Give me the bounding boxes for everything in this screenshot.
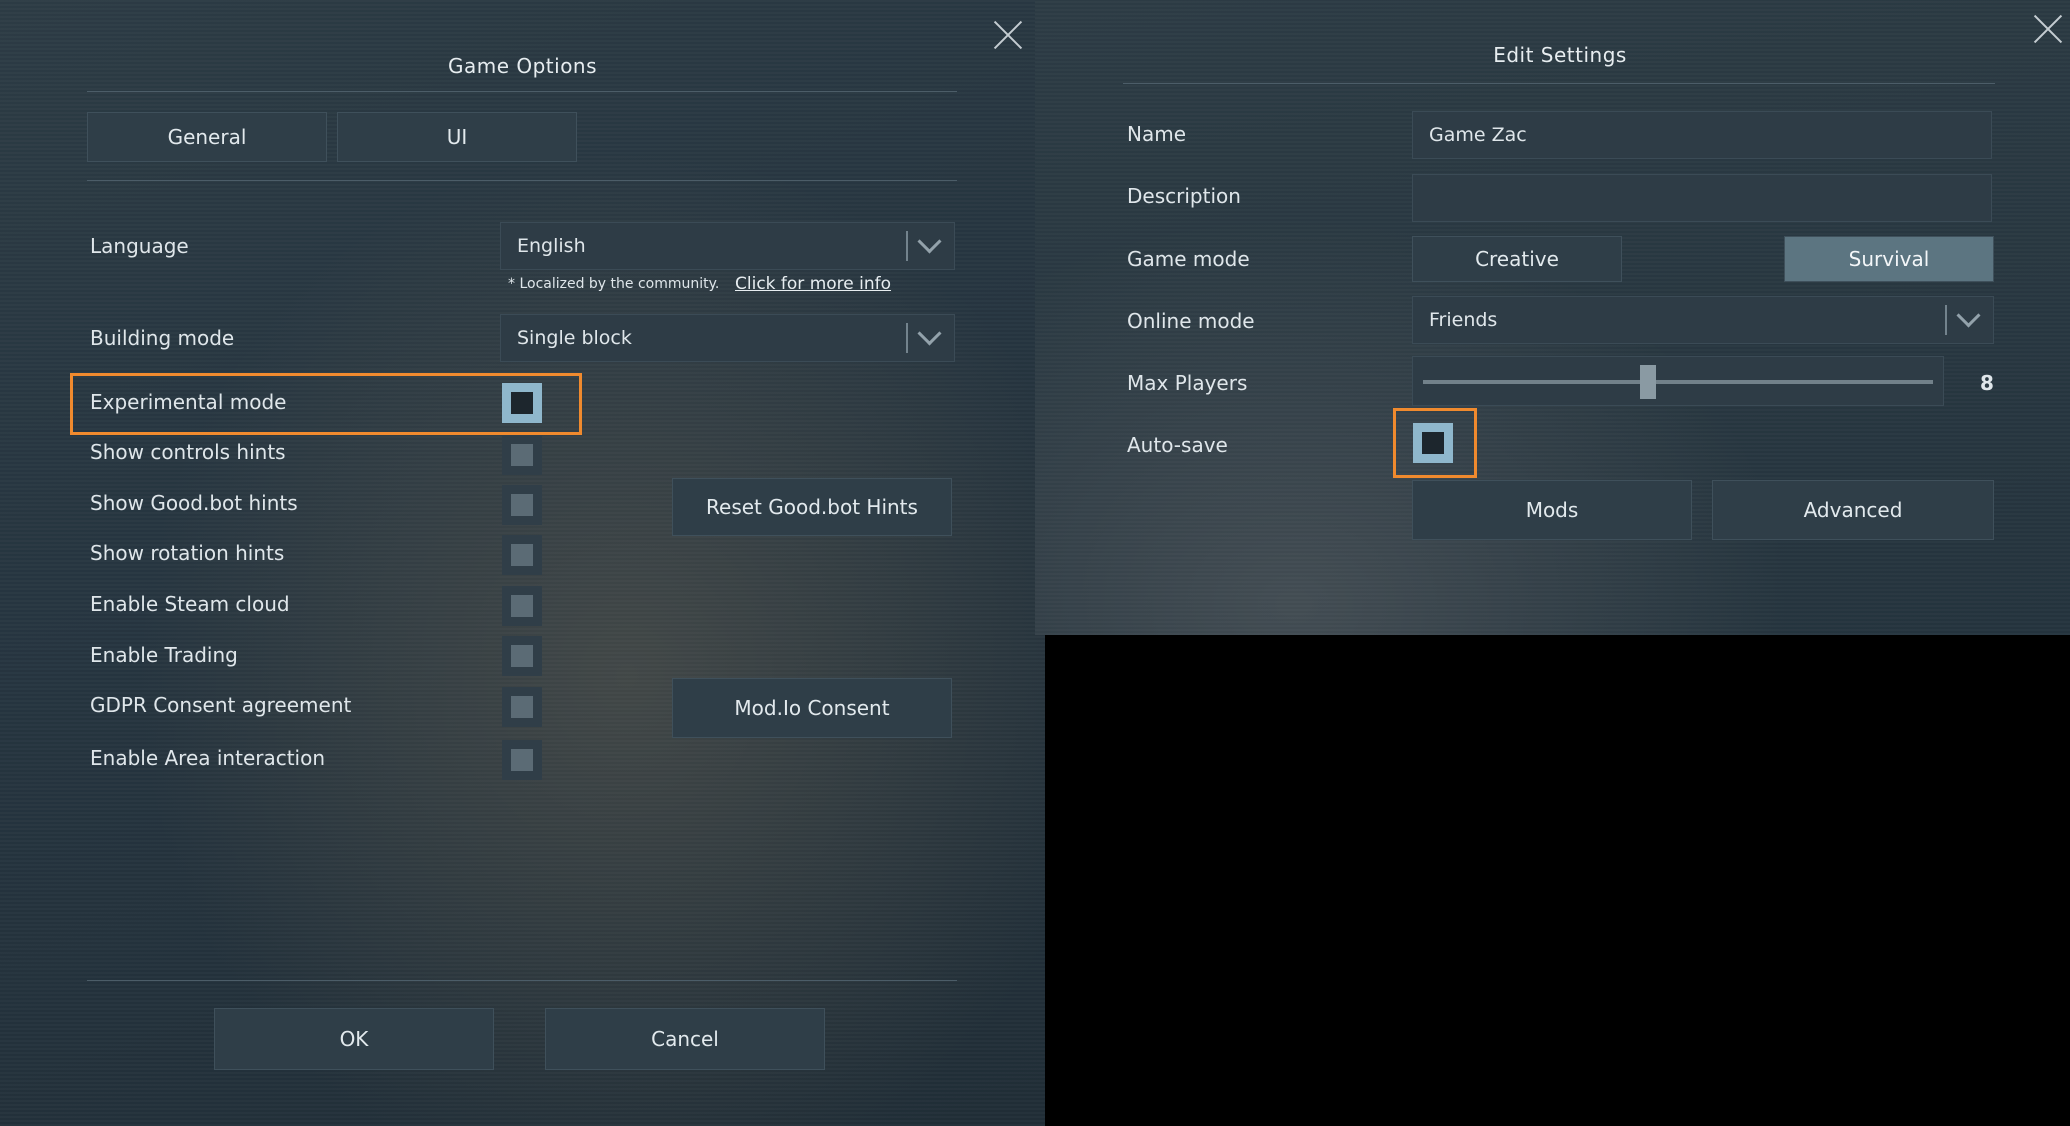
chevron-down-icon xyxy=(1956,303,1981,328)
close-icon[interactable] xyxy=(993,20,1023,50)
max-players-slider[interactable] xyxy=(1412,356,1944,406)
building-mode-label: Building mode xyxy=(90,326,235,350)
setting-label-enable-trading: Enable Trading xyxy=(90,643,238,667)
setting-label-gdpr-consent: GDPR Consent agreement xyxy=(90,693,352,717)
show-rotation-hints-checkbox[interactable] xyxy=(502,535,542,575)
divider xyxy=(87,980,957,981)
max-players-label: Max Players xyxy=(1127,371,1248,395)
slider-thumb[interactable] xyxy=(1640,365,1656,399)
dropdown-separator xyxy=(1945,305,1947,335)
chevron-down-icon xyxy=(917,229,942,254)
tab-general[interactable]: General xyxy=(87,112,327,162)
enable-trading-checkbox[interactable] xyxy=(502,636,542,676)
cancel-button[interactable]: Cancel xyxy=(545,1008,825,1070)
name-input[interactable]: Game Zac xyxy=(1412,111,1992,159)
game-mode-survival-button[interactable]: Survival xyxy=(1784,236,1994,282)
tab-ui[interactable]: UI xyxy=(337,112,577,162)
game-mode-creative-button[interactable]: Creative xyxy=(1412,236,1622,282)
setting-label-show-controls-hints: Show controls hints xyxy=(90,440,286,464)
setting-label-show-goodbot-hints: Show Good.bot hints xyxy=(90,491,298,515)
auto-save-label: Auto-save xyxy=(1127,433,1228,457)
setting-label-enable-steam-cloud: Enable Steam cloud xyxy=(90,592,290,616)
divider xyxy=(1123,83,1995,84)
online-mode-value: Friends xyxy=(1429,309,1498,331)
max-players-value: 8 xyxy=(1980,371,1994,395)
divider xyxy=(87,180,957,181)
show-controls-hints-checkbox[interactable] xyxy=(502,435,542,475)
enable-area-interaction-checkbox[interactable] xyxy=(502,740,542,780)
language-dropdown[interactable]: English xyxy=(500,222,955,270)
dropdown-separator xyxy=(906,323,908,353)
setting-label-enable-area-interaction: Enable Area interaction xyxy=(90,746,326,770)
building-mode-value: Single block xyxy=(517,327,632,349)
language-label: Language xyxy=(90,234,189,258)
edit-settings-dialog: Edit Settings Name Game Zac Description … xyxy=(1035,0,2070,635)
name-input-value: Game Zac xyxy=(1429,124,1527,146)
divider xyxy=(87,91,957,92)
dialog-title: Game Options xyxy=(447,54,598,78)
ok-button[interactable]: OK xyxy=(214,1008,494,1070)
auto-save-checkbox[interactable] xyxy=(1413,423,1453,463)
language-value: English xyxy=(517,235,586,257)
chevron-down-icon xyxy=(917,321,942,346)
modio-consent-button[interactable]: Mod.Io Consent xyxy=(672,678,952,738)
advanced-button[interactable]: Advanced xyxy=(1712,480,1994,540)
slider-track xyxy=(1423,380,1933,384)
dialog-title: Edit Settings xyxy=(1493,43,1627,67)
game-options-dialog: Game Options General UI Language English… xyxy=(0,0,1045,1126)
game-mode-label: Game mode xyxy=(1127,247,1250,271)
gdpr-consent-checkbox[interactable] xyxy=(502,687,542,727)
show-goodbot-hints-checkbox[interactable] xyxy=(502,485,542,525)
name-label: Name xyxy=(1127,122,1187,146)
localization-info-link[interactable]: Click for more info xyxy=(735,274,891,294)
online-mode-dropdown[interactable]: Friends xyxy=(1412,296,1994,344)
online-mode-label: Online mode xyxy=(1127,309,1255,333)
setting-label-show-rotation-hints: Show rotation hints xyxy=(90,541,285,565)
localization-note: * Localized by the community. xyxy=(508,276,720,292)
mods-button[interactable]: Mods xyxy=(1412,480,1692,540)
description-input[interactable] xyxy=(1412,174,1992,222)
setting-label-experimental-mode: Experimental mode xyxy=(90,390,287,414)
reset-goodbot-hints-button[interactable]: Reset Good.bot Hints xyxy=(672,478,952,536)
enable-steam-cloud-checkbox[interactable] xyxy=(502,586,542,626)
description-label: Description xyxy=(1127,184,1241,208)
dropdown-separator xyxy=(906,231,908,261)
close-icon[interactable] xyxy=(2033,14,2063,44)
experimental-mode-checkbox[interactable] xyxy=(502,383,542,423)
building-mode-dropdown[interactable]: Single block xyxy=(500,314,955,362)
